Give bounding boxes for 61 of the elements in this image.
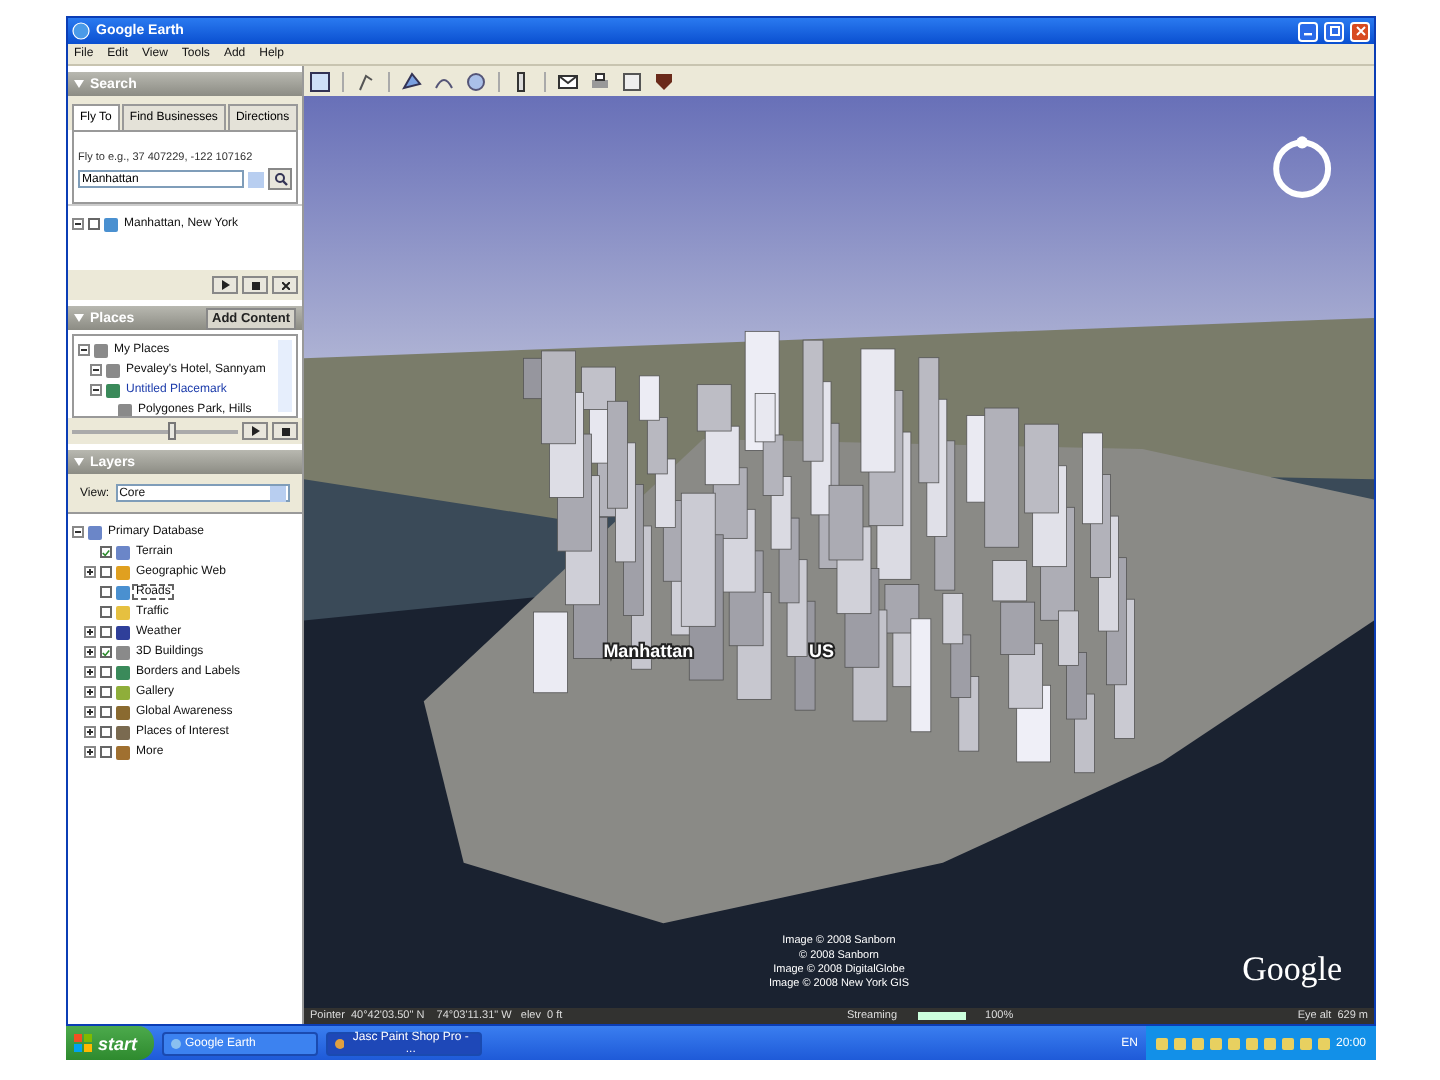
- stop-icon[interactable]: [251, 281, 259, 289]
- expander-icon[interactable]: [72, 526, 84, 538]
- placemark-icon[interactable]: [356, 71, 376, 91]
- close-button[interactable]: [1350, 21, 1370, 41]
- checkbox[interactable]: [100, 566, 112, 578]
- collapse-icon[interactable]: [74, 458, 84, 466]
- stop-button[interactable]: [272, 422, 298, 440]
- expander-icon[interactable]: [90, 384, 102, 396]
- search-button[interactable]: [268, 168, 292, 190]
- expander-icon[interactable]: [84, 706, 96, 718]
- expander-icon[interactable]: [84, 686, 96, 698]
- checkbox[interactable]: [100, 586, 112, 598]
- collapse-icon[interactable]: [74, 314, 84, 322]
- play-button[interactable]: [212, 276, 238, 294]
- stop-icon[interactable]: [281, 427, 289, 435]
- checkbox[interactable]: [100, 626, 112, 638]
- map-icon[interactable]: [622, 71, 642, 91]
- checkbox[interactable]: [100, 746, 112, 758]
- expander-icon[interactable]: [72, 218, 84, 230]
- checkbox[interactable]: [88, 218, 100, 230]
- layer-icon: [104, 217, 118, 231]
- polygon-icon[interactable]: [402, 71, 422, 91]
- close-icon[interactable]: [281, 281, 289, 289]
- logo: Google: [1242, 949, 1343, 988]
- sidebar-toggle-icon[interactable]: [310, 71, 330, 91]
- checkbox[interactable]: [100, 546, 112, 558]
- play-button[interactable]: [242, 422, 268, 440]
- expander-icon[interactable]: [84, 566, 96, 578]
- expander-icon[interactable]: [84, 666, 96, 678]
- scrollbar[interactable]: [278, 340, 292, 412]
- clear-button[interactable]: [272, 276, 298, 294]
- expander-icon[interactable]: [84, 626, 96, 638]
- checkbox[interactable]: [100, 706, 112, 718]
- start-button[interactable]: start: [66, 1026, 154, 1060]
- maximize-icon[interactable]: [1329, 26, 1339, 36]
- collapse-icon[interactable]: [74, 80, 84, 88]
- checkbox[interactable]: [100, 666, 112, 678]
- play-icon[interactable]: [251, 426, 259, 436]
- checkbox[interactable]: [100, 726, 112, 738]
- checkbox[interactable]: [100, 606, 112, 618]
- app-icon[interactable]: [333, 1037, 345, 1049]
- overlay-icon[interactable]: [466, 71, 486, 91]
- minimize-button[interactable]: [1298, 21, 1318, 41]
- print-icon[interactable]: [590, 71, 610, 91]
- checkbox[interactable]: [100, 646, 112, 658]
- city-map-drawing[interactable]: [304, 96, 1374, 1008]
- stop-button[interactable]: [242, 276, 268, 294]
- expander-icon[interactable]: [84, 646, 96, 658]
- expander-icon[interactable]: [84, 746, 96, 758]
- email-icon[interactable]: [558, 71, 578, 91]
- expander-icon[interactable]: [78, 344, 90, 356]
- slider-thumb[interactable]: [167, 421, 176, 439]
- play-icon[interactable]: [221, 280, 229, 290]
- globe-icon: [72, 22, 90, 40]
- expander-icon[interactable]: [84, 726, 96, 738]
- map-label: US: [809, 640, 834, 661]
- expander-icon[interactable]: [90, 364, 102, 376]
- maximize-button[interactable]: [1324, 21, 1344, 41]
- compass-icon[interactable]: [1273, 136, 1332, 198]
- shield-icon[interactable]: [654, 71, 674, 91]
- checkbox[interactable]: [100, 686, 112, 698]
